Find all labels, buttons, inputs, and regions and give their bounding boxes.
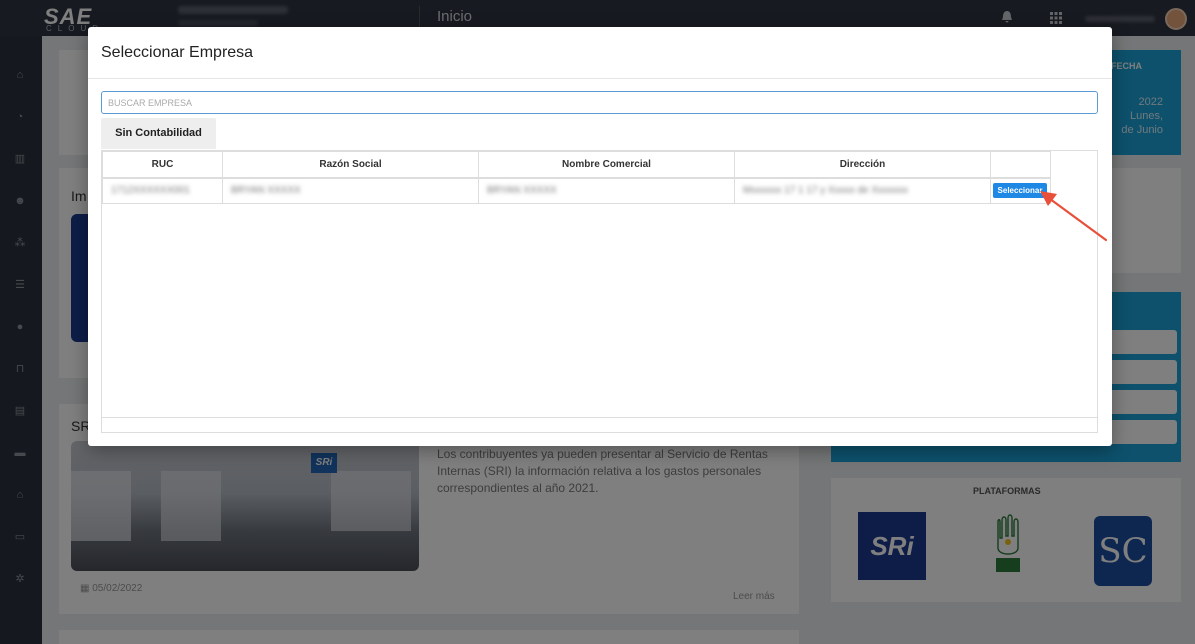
- col-nombre-comercial[interactable]: Nombre Comercial: [478, 151, 735, 179]
- search-company-input[interactable]: [101, 91, 1098, 114]
- tab-sin-contabilidad[interactable]: Sin Contabilidad: [101, 118, 216, 149]
- company-table: RUC Razón Social Nombre Comercial Direcc…: [101, 150, 1098, 433]
- col-action: [990, 151, 1051, 179]
- cell-nombre-comercial: BRYAN XXXXX: [478, 177, 735, 204]
- razon-social-value: BRYAN XXXXX: [231, 185, 301, 197]
- cell-direccion: Mxxxxxx 17 1 17 y Xxxxx de Xxxxxxx: [734, 177, 991, 204]
- pointer-arrow-icon: [1040, 191, 1108, 242]
- ruc-value: 1712XXXXXX001: [111, 185, 190, 197]
- cell-ruc: 1712XXXXXX001: [102, 177, 223, 204]
- table-footer: [102, 417, 1097, 418]
- select-company-modal: Seleccionar Empresa Sin Contabilidad RUC…: [88, 27, 1112, 446]
- col-razon-social[interactable]: Razón Social: [222, 151, 479, 179]
- nombre-comercial-value: BRYAN XXXXX: [487, 185, 557, 197]
- table-header-row: RUC Razón Social Nombre Comercial Direcc…: [102, 151, 1051, 179]
- col-direccion[interactable]: Dirección: [734, 151, 991, 179]
- direccion-value: Mxxxxxx 17 1 17 y Xxxxx de Xxxxxxx: [743, 185, 909, 197]
- cell-razon-social: BRYAN XXXXX: [222, 177, 479, 204]
- modal-divider: [88, 78, 1112, 79]
- company-table-grid: RUC Razón Social Nombre Comercial Direcc…: [102, 151, 1051, 204]
- col-ruc[interactable]: RUC: [102, 151, 223, 179]
- modal-title: Seleccionar Empresa: [101, 44, 254, 61]
- table-row[interactable]: 1712XXXXXX001 BRYAN XXXXX BRYAN XXXXX Mx…: [102, 177, 1051, 204]
